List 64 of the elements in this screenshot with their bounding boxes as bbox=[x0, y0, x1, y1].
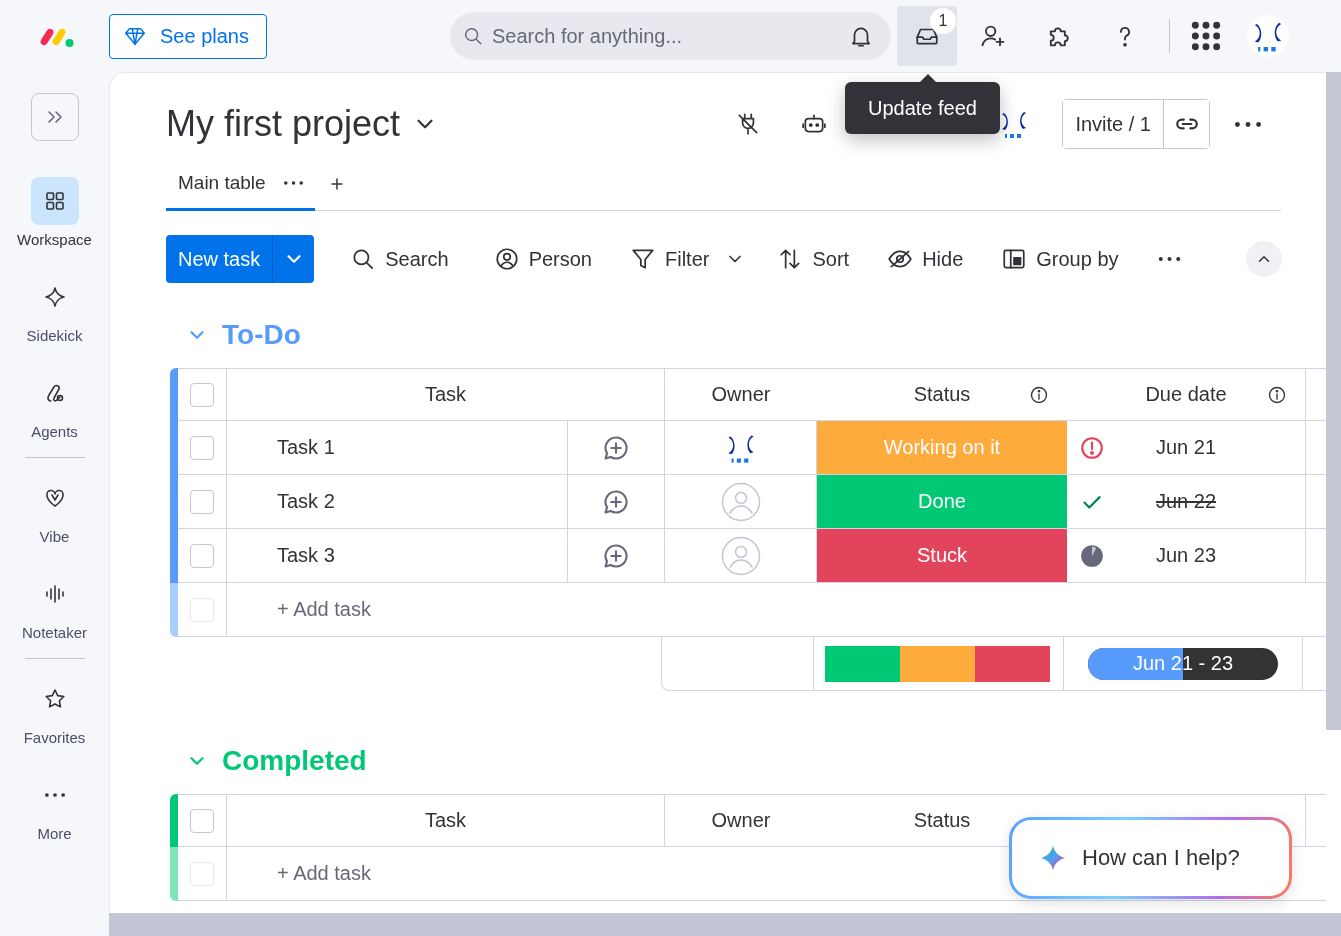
search-button[interactable]: Search bbox=[350, 239, 449, 279]
add-update-button[interactable] bbox=[602, 541, 630, 570]
column-header: Owner bbox=[711, 809, 771, 832]
chat-plus-icon bbox=[602, 487, 630, 516]
sparkle-icon bbox=[42, 285, 67, 309]
chat-plus-icon bbox=[602, 433, 630, 462]
task-name: Task 3 bbox=[277, 544, 335, 567]
search-field[interactable]: Search for anything... bbox=[450, 12, 891, 60]
diamond-icon bbox=[124, 25, 146, 47]
inbox-button[interactable]: 1 bbox=[897, 6, 957, 66]
grid-icon bbox=[1190, 20, 1222, 52]
sidebar-item[interactable]: Sidekick bbox=[4, 273, 105, 369]
due-date[interactable]: Jun 23 bbox=[1067, 544, 1305, 567]
due-date[interactable]: Jun 21 bbox=[1067, 436, 1305, 459]
due-date[interactable]: Jun 22 bbox=[1067, 490, 1305, 513]
copy-link-button[interactable] bbox=[1163, 100, 1209, 148]
checkbox[interactable] bbox=[190, 382, 214, 407]
task-name: Task 1 bbox=[277, 436, 335, 459]
board-title: My first project bbox=[166, 103, 401, 145]
add-task-button[interactable]: + Add task bbox=[277, 862, 371, 885]
tooltip-arrow bbox=[919, 74, 937, 83]
sort-button[interactable]: Sort bbox=[777, 239, 850, 279]
sidebar-item[interactable]: Vibe bbox=[4, 474, 105, 570]
view-tab[interactable]: Main table bbox=[166, 158, 315, 211]
column-header: Status bbox=[913, 383, 971, 406]
dots-icon bbox=[283, 181, 303, 185]
dots-icon bbox=[1235, 121, 1261, 127]
checkbox[interactable] bbox=[190, 543, 214, 568]
group-by-button[interactable]: Group by bbox=[1001, 239, 1119, 279]
column-header: Task bbox=[424, 383, 467, 406]
dots-icon bbox=[1158, 257, 1182, 261]
scrollbar[interactable] bbox=[1326, 72, 1341, 913]
column-header: Task bbox=[424, 809, 467, 832]
task-name: Task 2 bbox=[277, 490, 335, 513]
see-plans-button[interactable]: See plans bbox=[109, 13, 267, 59]
group-title: Completed bbox=[222, 745, 367, 777]
add-update-button[interactable] bbox=[602, 433, 630, 462]
sidebar-item[interactable]: Agents bbox=[4, 369, 105, 465]
star-icon bbox=[42, 687, 67, 711]
status-label[interactable]: Stuck bbox=[817, 529, 1067, 582]
checkbox[interactable] bbox=[190, 808, 214, 833]
checkbox[interactable] bbox=[190, 489, 214, 514]
sidebar-item[interactable]: More bbox=[4, 771, 105, 867]
sidebar-item[interactable]: Workspace bbox=[4, 177, 105, 273]
add-update-button[interactable] bbox=[602, 487, 630, 516]
layout-icon bbox=[1001, 246, 1028, 272]
column-header: Due date bbox=[1145, 383, 1227, 406]
scrollbar[interactable] bbox=[109, 913, 1341, 936]
group-title: To-Do bbox=[222, 319, 301, 351]
dots-icon bbox=[44, 793, 65, 797]
chat-plus-icon bbox=[602, 541, 630, 570]
column-header: Owner bbox=[711, 383, 771, 406]
search-icon bbox=[462, 25, 484, 47]
add-task-button[interactable]: + Add task bbox=[277, 598, 371, 621]
hide-button[interactable]: Hide bbox=[887, 239, 964, 279]
person-icon bbox=[493, 246, 520, 272]
filter-button[interactable]: Filter bbox=[630, 239, 710, 279]
count-badge: 1 bbox=[930, 8, 956, 34]
checkbox[interactable] bbox=[190, 435, 214, 460]
column-header: Status bbox=[913, 809, 971, 832]
sidebar-item[interactable]: Favorites bbox=[4, 675, 105, 771]
sidebar-item[interactable]: Notetaker bbox=[4, 570, 105, 666]
person-filter-button[interactable]: Person bbox=[493, 239, 592, 279]
avatar bbox=[1246, 14, 1290, 58]
